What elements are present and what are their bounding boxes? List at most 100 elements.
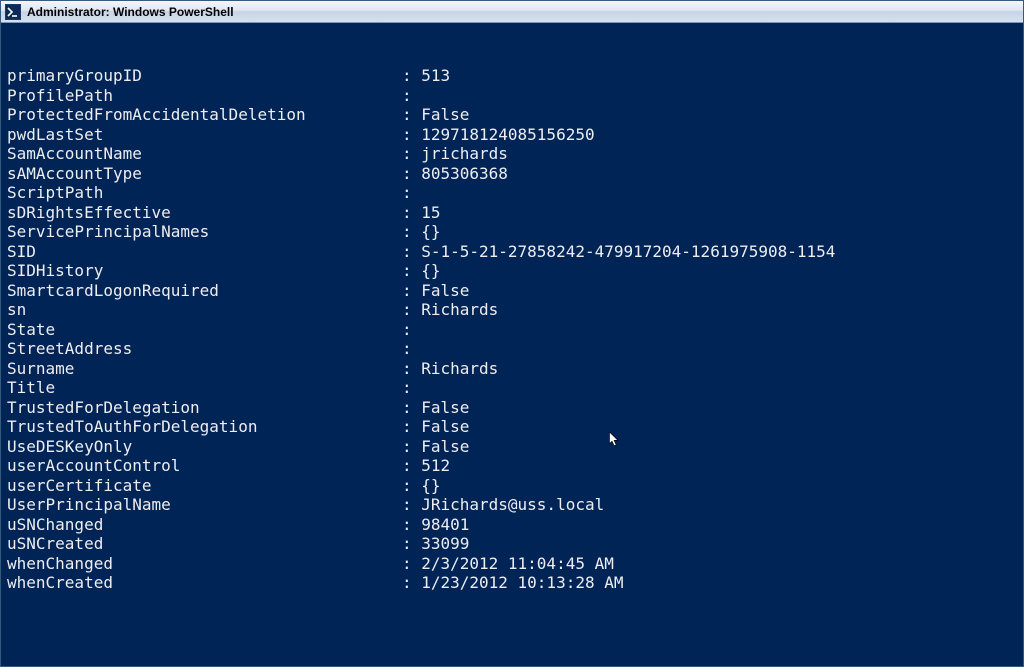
property-value: Richards [421, 359, 498, 379]
property-value: 15 [421, 203, 440, 223]
separator: : [402, 300, 421, 320]
property-value: False [421, 417, 469, 437]
separator: : [402, 495, 421, 515]
property-value: JRichards@uss.local [421, 495, 604, 515]
property-value: False [421, 281, 469, 301]
output-line: primaryGroupID: 513 [7, 66, 1017, 86]
property-key: ScriptPath [7, 183, 402, 203]
property-value: {} [421, 222, 440, 242]
separator: : [402, 359, 421, 379]
property-value: Richards [421, 300, 498, 320]
property-key: uSNChanged [7, 515, 402, 535]
property-key: TrustedForDelegation [7, 398, 402, 418]
output-line: userAccountControl: 512 [7, 456, 1017, 476]
property-key: SIDHistory [7, 261, 402, 281]
output-line: UserPrincipalName: JRichards@uss.local [7, 495, 1017, 515]
separator: : [402, 164, 421, 184]
output-line: State: [7, 320, 1017, 340]
output-line: sDRightsEffective: 15 [7, 203, 1017, 223]
property-key: SmartcardLogonRequired [7, 281, 402, 301]
property-key: uSNCreated [7, 534, 402, 554]
separator: : [402, 339, 421, 359]
output-line: whenCreated: 1/23/2012 10:13:28 AM [7, 573, 1017, 593]
property-key: sAMAccountType [7, 164, 402, 184]
property-value: S-1-5-21-27858242-479917204-1261975908-1… [421, 242, 835, 262]
separator: : [402, 261, 421, 281]
separator: : [402, 222, 421, 242]
output-line: uSNChanged: 98401 [7, 515, 1017, 535]
separator: : [402, 242, 421, 262]
property-key: ProfilePath [7, 86, 402, 106]
output-line: sn: Richards [7, 300, 1017, 320]
property-key: ServicePrincipalNames [7, 222, 402, 242]
output-line: TrustedToAuthForDelegation: False [7, 417, 1017, 437]
property-key: sDRightsEffective [7, 203, 402, 223]
separator: : [402, 320, 421, 340]
property-key: UseDESKeyOnly [7, 437, 402, 457]
separator: : [402, 515, 421, 535]
property-value: False [421, 105, 469, 125]
separator: : [402, 86, 421, 106]
property-key: Surname [7, 359, 402, 379]
property-value: {} [421, 261, 440, 281]
property-value: 805306368 [421, 164, 508, 184]
property-value: 1/23/2012 10:13:28 AM [421, 573, 623, 593]
separator: : [402, 183, 421, 203]
property-key: whenChanged [7, 554, 402, 574]
property-key: whenCreated [7, 573, 402, 593]
separator: : [402, 105, 421, 125]
property-key: sn [7, 300, 402, 320]
blank-line [7, 652, 1017, 667]
property-key: userAccountControl [7, 456, 402, 476]
property-value: False [421, 398, 469, 418]
output-line: SamAccountName: jrichards [7, 144, 1017, 164]
separator: : [402, 144, 421, 164]
separator: : [402, 437, 421, 457]
titlebar[interactable]: Administrator: Windows PowerShell [1, 1, 1023, 23]
powershell-window: Administrator: Windows PowerShell primar… [0, 0, 1024, 667]
output-line: sAMAccountType: 805306368 [7, 164, 1017, 184]
output-line: SID: S-1-5-21-27858242-479917204-1261975… [7, 242, 1017, 262]
property-key: primaryGroupID [7, 66, 402, 86]
output-line: SIDHistory: {} [7, 261, 1017, 281]
property-key: SID [7, 242, 402, 262]
separator: : [402, 281, 421, 301]
property-key: TrustedToAuthForDelegation [7, 417, 402, 437]
property-value: 513 [421, 66, 450, 86]
separator: : [402, 456, 421, 476]
output-line: whenChanged: 2/3/2012 11:04:45 AM [7, 554, 1017, 574]
property-key: StreetAddress [7, 339, 402, 359]
separator: : [402, 534, 421, 554]
output-line: StreetAddress: [7, 339, 1017, 359]
property-value: {} [421, 476, 440, 496]
output-line: ProtectedFromAccidentalDeletion: False [7, 105, 1017, 125]
property-key: State [7, 320, 402, 340]
separator: : [402, 554, 421, 574]
separator: : [402, 203, 421, 223]
separator: : [402, 476, 421, 496]
property-key: ProtectedFromAccidentalDeletion [7, 105, 402, 125]
output-line: ProfilePath: [7, 86, 1017, 106]
window-title: Administrator: Windows PowerShell [27, 5, 234, 19]
powershell-icon [5, 4, 21, 20]
property-value: 129718124085156250 [421, 125, 594, 145]
property-key: UserPrincipalName [7, 495, 402, 515]
output-line: userCertificate: {} [7, 476, 1017, 496]
separator: : [402, 125, 421, 145]
property-value: jrichards [421, 144, 508, 164]
separator: : [402, 66, 421, 86]
property-value: 2/3/2012 11:04:45 AM [421, 554, 614, 574]
output-line: Surname: Richards [7, 359, 1017, 379]
separator: : [402, 573, 421, 593]
separator: : [402, 398, 421, 418]
property-key: userCertificate [7, 476, 402, 496]
property-key: SamAccountName [7, 144, 402, 164]
output-line: pwdLastSet: 129718124085156250 [7, 125, 1017, 145]
output-line: ServicePrincipalNames: {} [7, 222, 1017, 242]
property-value: 98401 [421, 515, 469, 535]
output-line: SmartcardLogonRequired: False [7, 281, 1017, 301]
terminal-output[interactable]: primaryGroupID: 513ProfilePath: Protecte… [1, 23, 1023, 666]
property-value: 512 [421, 456, 450, 476]
property-value: False [421, 437, 469, 457]
separator: : [402, 417, 421, 437]
